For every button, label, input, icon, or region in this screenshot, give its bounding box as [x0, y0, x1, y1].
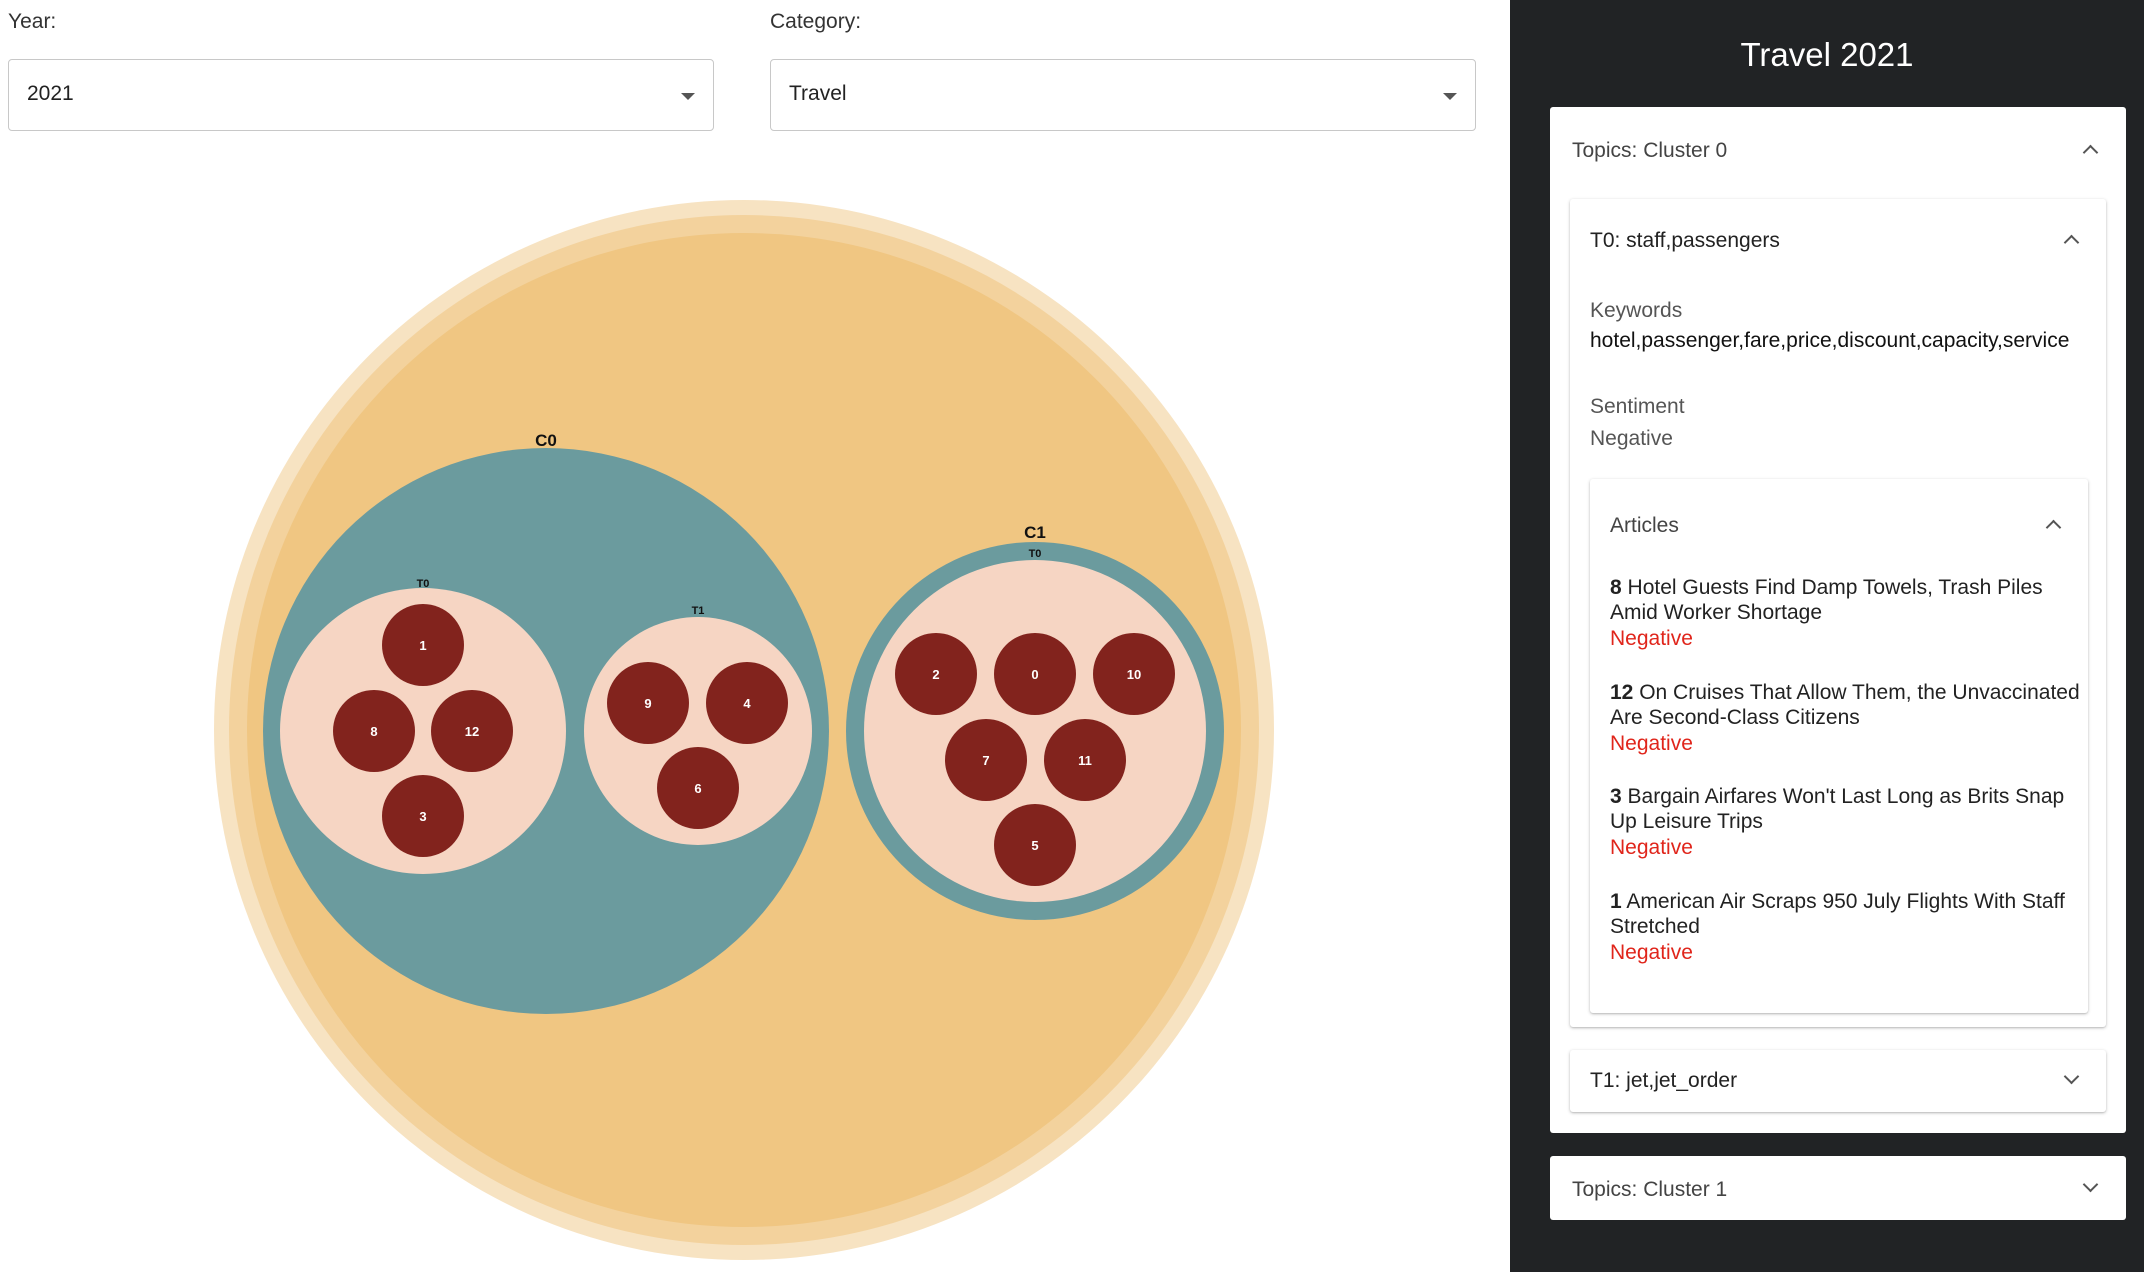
article-title: Bargain Airfares Won't Last Long as Brit… — [1610, 785, 2065, 833]
article-node-label: 3 — [419, 809, 426, 824]
article-number: 8 — [1610, 576, 1622, 599]
article-sentiment: Negative — [1610, 627, 1693, 650]
article-node-label: 11 — [1078, 753, 1092, 768]
articles-accordion: Articles 8 Hotel Guests Find Damp Towels… — [1590, 479, 2088, 1013]
article-node-label: 0 — [1031, 667, 1038, 682]
topic0-accordion-header[interactable]: T0: staff,passengers — [1590, 229, 1780, 253]
article-title: American Air Scraps 950 July Flights Wit… — [1610, 890, 2065, 938]
cluster0-accordion-header[interactable]: Topics: Cluster 0 — [1572, 139, 1727, 163]
article-node-label: 7 — [982, 753, 989, 768]
article-node-label: 6 — [694, 781, 701, 796]
article-number: 1 — [1610, 890, 1622, 913]
topic-label-c0-t1: T1 — [692, 605, 705, 617]
category-label: Category: — [770, 10, 862, 33]
main-panel: Year: 2021 Category: Travel C0 C1 T0 T1 … — [0, 0, 1510, 1272]
article-item[interactable]: 1 American Air Scraps 950 July Flights W… — [1610, 889, 2080, 965]
article-sentiment: Negative — [1610, 941, 1693, 964]
article-node-label: 5 — [1031, 838, 1038, 853]
topic-label-c0-t0: T0 — [417, 578, 430, 590]
sidebar: Travel 2021 Topics: Cluster 0 T0: staff,… — [1510, 0, 2144, 1272]
year-select[interactable]: 2021 — [8, 59, 714, 131]
chevron-down-icon — [681, 93, 695, 100]
cluster0-accordion: Topics: Cluster 0 T0: staff,passengers K… — [1550, 107, 2126, 1133]
year-label: Year: — [8, 10, 57, 33]
article-node-label: 8 — [370, 724, 377, 739]
chevron-down-icon — [1443, 93, 1457, 100]
article-item[interactable]: 3 Bargain Airfares Won't Last Long as Br… — [1610, 784, 2080, 860]
articles-accordion-header[interactable]: Articles — [1610, 514, 1679, 538]
topic0-accordion: T0: staff,passengers Keywords hotel,pass… — [1570, 199, 2106, 1027]
chevron-up-icon[interactable] — [2063, 234, 2080, 251]
circle-packing-chart: C0 C1 T0 T1 T0 1 8 12 3 9 4 6 2 0 10 7 1… — [214, 200, 1274, 1260]
article-node-label: 9 — [644, 696, 651, 711]
article-number: 3 — [1610, 785, 1622, 808]
year-select-value: 2021 — [27, 82, 74, 105]
article-number: 12 — [1610, 681, 1634, 704]
topic1-accordion-header[interactable]: T1: jet,jet_order — [1590, 1069, 1737, 1093]
article-node-label: 12 — [465, 724, 479, 739]
article-title: Hotel Guests Find Damp Towels, Trash Pil… — [1610, 576, 2043, 624]
article-node-label: 4 — [743, 696, 751, 711]
cluster-label-c0: C0 — [535, 431, 557, 450]
topic1-accordion[interactable]: T1: jet,jet_order — [1570, 1050, 2106, 1112]
chevron-down-icon[interactable] — [2063, 1068, 2080, 1085]
article-node-label: 10 — [1127, 667, 1141, 682]
sidebar-title: Travel 2021 — [1740, 36, 1914, 73]
chevron-up-icon[interactable] — [2082, 144, 2099, 161]
chevron-down-icon[interactable] — [2082, 1176, 2099, 1193]
article-sentiment: Negative — [1610, 836, 1693, 859]
keywords-value: hotel,passenger,fare,price,discount,capa… — [1590, 329, 2070, 352]
article-title: On Cruises That Allow Them, the Unvaccin… — [1610, 681, 2080, 729]
article-node-label: 2 — [932, 667, 939, 682]
keywords-label: Keywords — [1590, 299, 1683, 322]
sentiment-value: Negative — [1590, 427, 1673, 450]
cluster-label-c1: C1 — [1024, 523, 1046, 542]
article-sentiment: Negative — [1610, 732, 1693, 755]
article-item[interactable]: 12 On Cruises That Allow Them, the Unvac… — [1610, 680, 2080, 756]
cluster1-accordion-header[interactable]: Topics: Cluster 1 — [1572, 1178, 1727, 1202]
article-node-label: 1 — [419, 638, 426, 653]
cluster1-accordion[interactable]: Topics: Cluster 1 — [1550, 1156, 2126, 1220]
category-select-value: Travel — [789, 82, 847, 105]
sentiment-label: Sentiment — [1590, 395, 1685, 418]
chevron-up-icon[interactable] — [2045, 519, 2062, 536]
category-select[interactable]: Travel — [770, 59, 1476, 131]
topic-label-c1-t0: T0 — [1029, 548, 1042, 560]
article-item[interactable]: 8 Hotel Guests Find Damp Towels, Trash P… — [1610, 575, 2080, 651]
